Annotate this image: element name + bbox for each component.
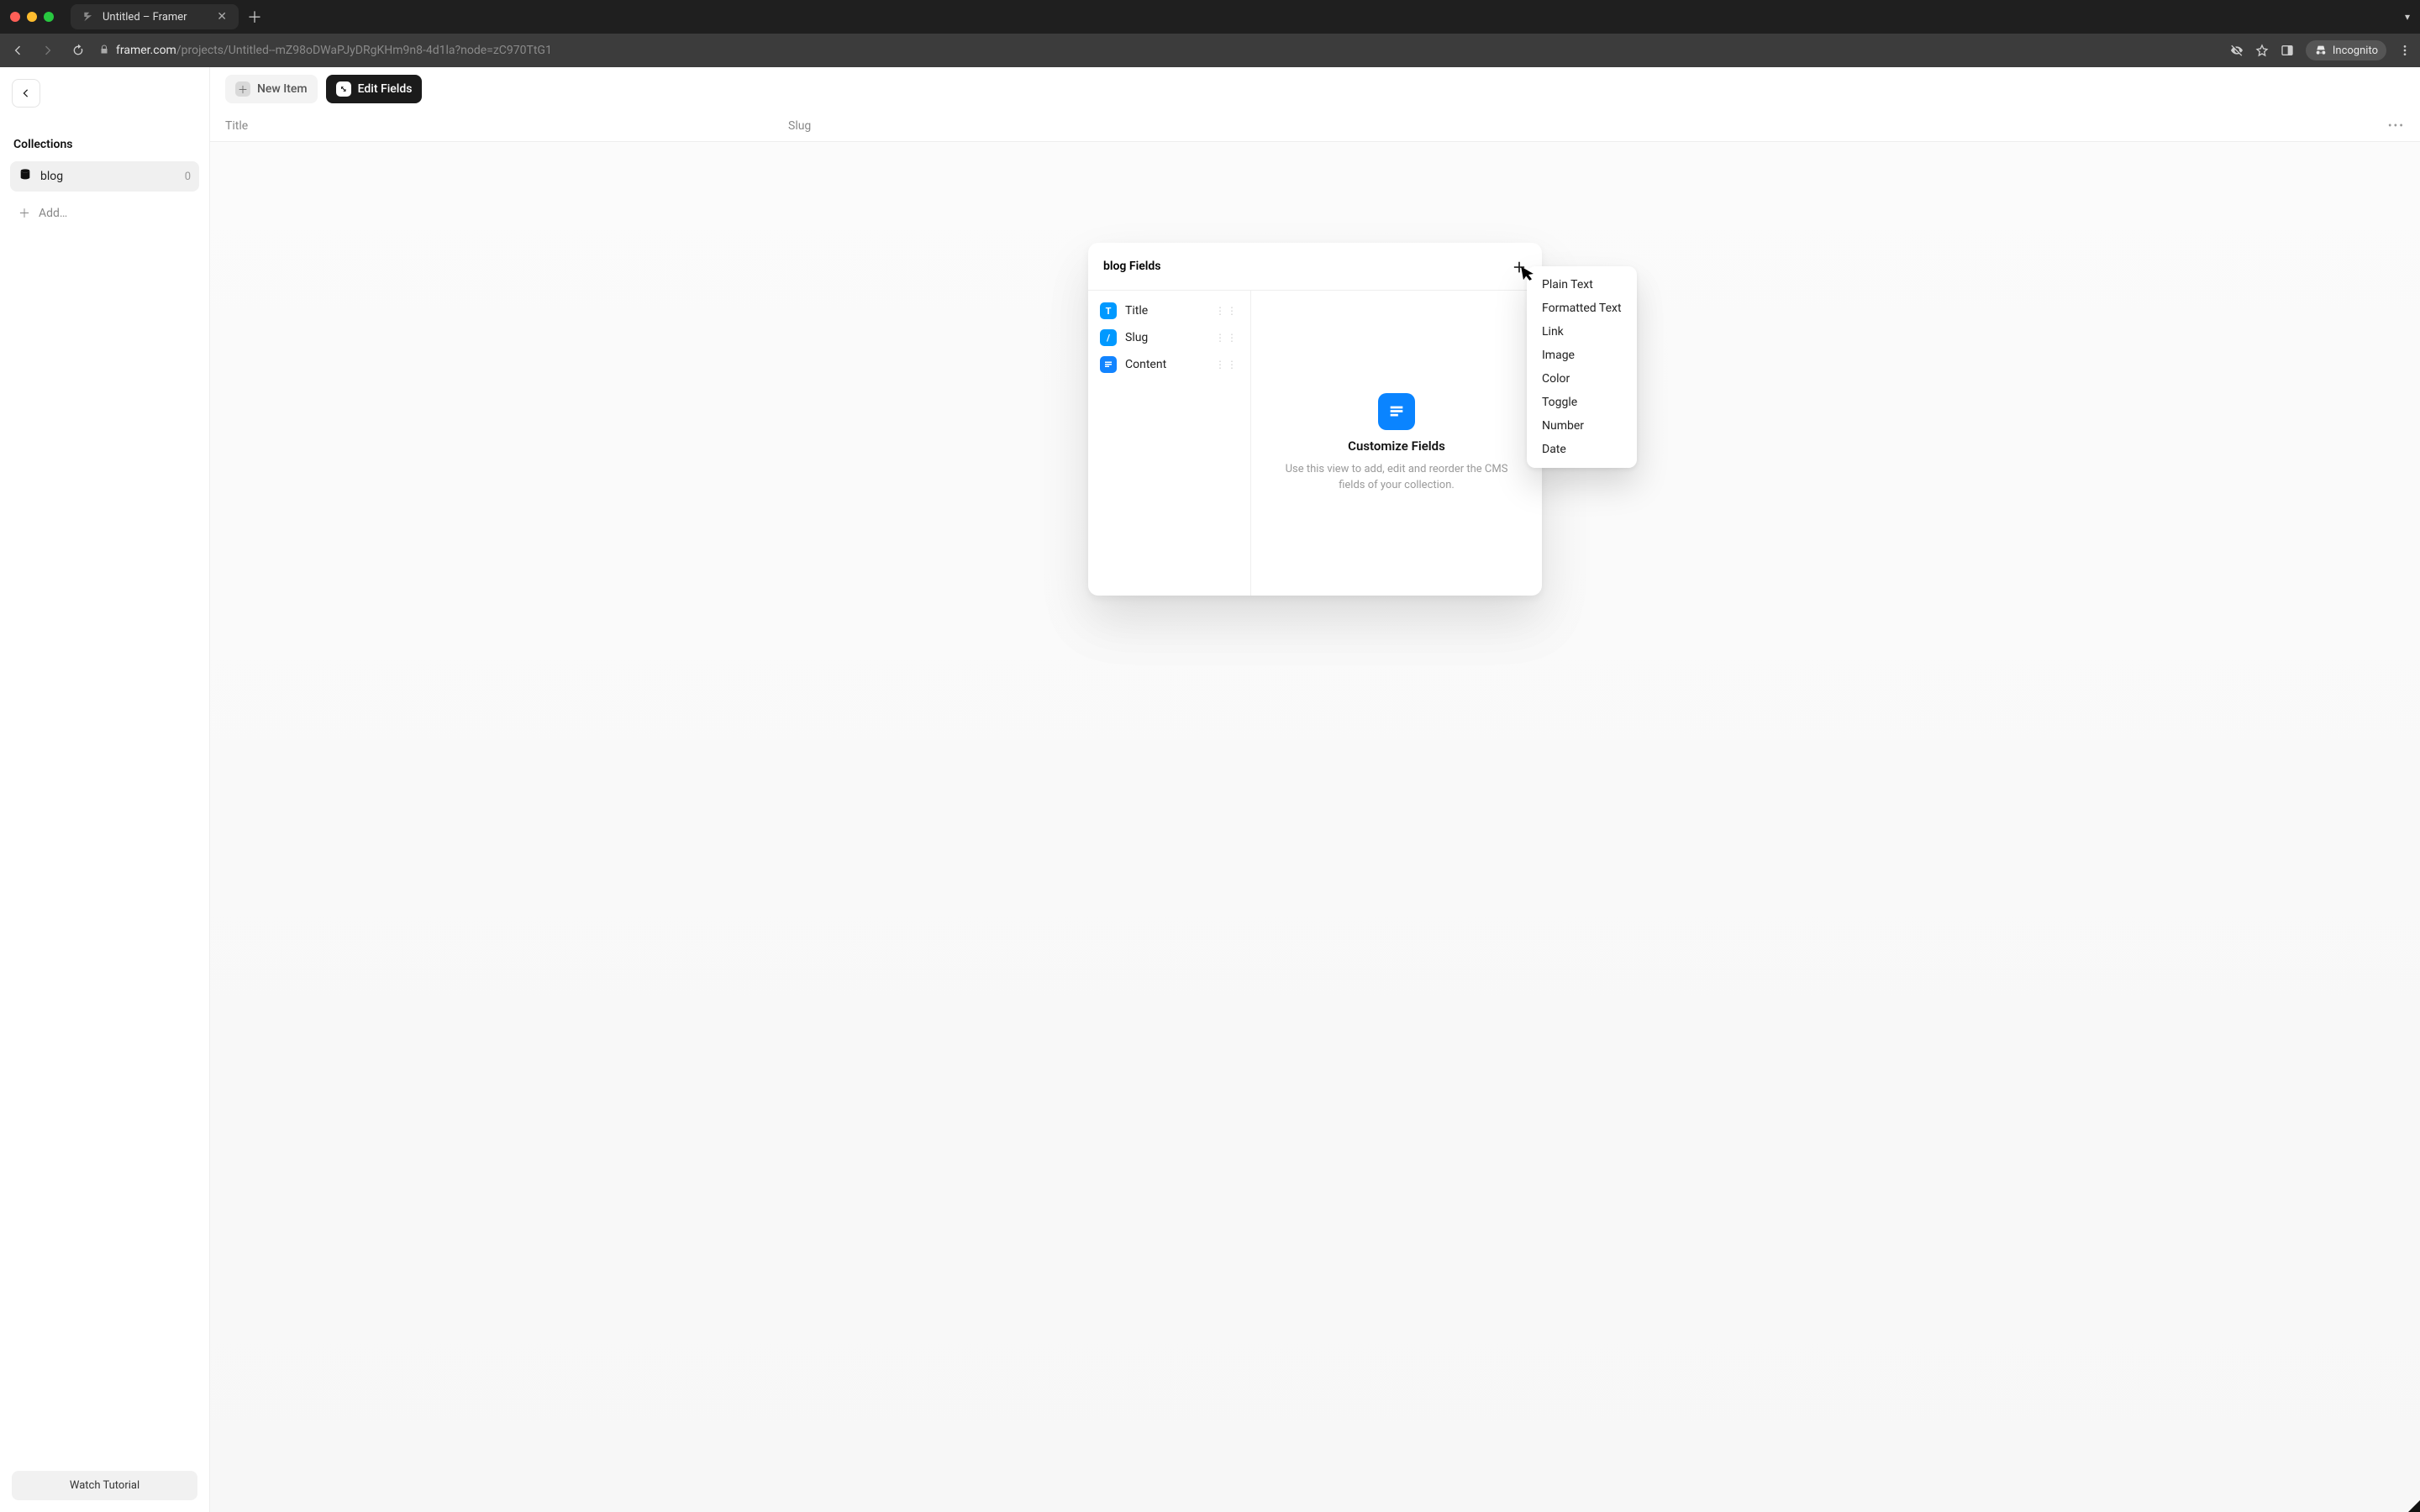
empty-body: Use this view to add, edit and reorder t… xyxy=(1285,462,1508,494)
collection-item-label: blog xyxy=(40,170,63,183)
field-list: T Title ⋮⋮ / Slug ⋮⋮ xyxy=(1088,291,1251,596)
fields-panel-title: blog Fields xyxy=(1103,260,1160,273)
star-icon[interactable] xyxy=(2255,44,2269,57)
content-icon xyxy=(1100,356,1117,373)
field-row-content[interactable]: Content ⋮⋮ xyxy=(1088,351,1250,378)
column-header-title[interactable]: Title xyxy=(225,119,788,133)
add-collection-label: Add… xyxy=(39,207,67,220)
field-type-option[interactable]: Color xyxy=(1527,367,1637,391)
field-type-option[interactable]: Formatted Text xyxy=(1527,297,1637,320)
plus-icon: ＋ xyxy=(18,205,30,222)
field-type-option[interactable]: Toggle xyxy=(1527,391,1637,414)
new-tab-button[interactable]: ＋ xyxy=(247,6,262,28)
field-type-dropdown: Plain Text Formatted Text Link Image Col… xyxy=(1527,266,1637,468)
fields-panel: blog Fields ＋ T Title ⋮⋮ / Slug ⋮⋮ xyxy=(1088,243,1542,596)
sidebar-back-button[interactable] xyxy=(12,79,40,108)
kebab-menu-button[interactable] xyxy=(2398,44,2412,57)
text-icon: T xyxy=(1100,302,1117,319)
field-type-option[interactable]: Date xyxy=(1527,438,1637,461)
table-header: Title Slug ••• xyxy=(210,111,2420,142)
panel-icon[interactable] xyxy=(2281,44,2294,57)
nav-back-button[interactable] xyxy=(8,41,27,60)
table-more-button[interactable]: ••• xyxy=(2388,119,2405,133)
database-icon xyxy=(18,168,32,185)
window-minimize-button[interactable] xyxy=(27,12,37,22)
tab-favicon xyxy=(82,11,94,23)
drag-handle-icon[interactable]: ⋮⋮ xyxy=(1215,332,1239,344)
field-type-option[interactable]: Number xyxy=(1527,414,1637,438)
nav-forward-button[interactable] xyxy=(39,41,57,60)
empty-heading: Customize Fields xyxy=(1348,438,1445,454)
window-titlebar: Untitled – Framer ✕ ＋ ▾ xyxy=(0,0,2420,34)
window-menu-chevron[interactable]: ▾ xyxy=(2405,11,2410,23)
field-type-option[interactable]: Plain Text xyxy=(1527,273,1637,297)
add-collection-button[interactable]: ＋ Add… xyxy=(10,198,199,228)
sidebar: Collections blog 0 ＋ Add… Watch Tutorial xyxy=(0,67,210,1512)
field-row-slug[interactable]: / Slug ⋮⋮ xyxy=(1088,324,1250,351)
field-type-option[interactable]: Image xyxy=(1527,344,1637,367)
traffic-lights xyxy=(10,12,54,22)
canvas: blog Fields ＋ T Title ⋮⋮ / Slug ⋮⋮ xyxy=(210,142,2420,1512)
field-type-option[interactable]: Link xyxy=(1527,320,1637,344)
plus-icon: ＋ xyxy=(235,81,250,97)
collection-item-count: 0 xyxy=(185,171,191,183)
url-path: /projects/Untitled--mZ98oDWaPJyDRgKHm9n8… xyxy=(176,44,552,57)
drag-handle-icon[interactable]: ⋮⋮ xyxy=(1215,359,1239,370)
lock-icon xyxy=(99,45,109,57)
browser-toolbar: framer.com/projects/Untitled--mZ98oDWaPJ… xyxy=(0,34,2420,67)
resize-corner-icon[interactable] xyxy=(2408,1500,2420,1512)
tab-title: Untitled – Framer xyxy=(103,11,187,24)
fields-illustration-icon xyxy=(1378,393,1415,430)
new-item-button[interactable]: ＋ New Item xyxy=(225,75,318,103)
collections-heading: Collections xyxy=(0,119,209,158)
watch-tutorial-button[interactable]: Watch Tutorial xyxy=(12,1471,197,1500)
slug-icon: / xyxy=(1100,329,1117,346)
expand-icon xyxy=(336,81,351,97)
collection-topbar: ＋ New Item Edit Fields xyxy=(210,67,2420,111)
collection-item-blog[interactable]: blog 0 xyxy=(10,161,199,192)
drag-handle-icon[interactable]: ⋮⋮ xyxy=(1215,305,1239,317)
browser-tab[interactable]: Untitled – Framer ✕ xyxy=(71,4,239,29)
url-host: framer.com xyxy=(116,44,176,57)
incognito-badge[interactable]: Incognito xyxy=(2306,40,2386,60)
address-bar[interactable]: framer.com/projects/Untitled--mZ98oDWaPJ… xyxy=(99,44,2218,57)
column-header-slug[interactable]: Slug xyxy=(788,119,2388,133)
field-row-title[interactable]: T Title ⋮⋮ xyxy=(1088,297,1250,324)
edit-fields-button[interactable]: Edit Fields xyxy=(326,75,423,103)
fields-empty-state: Customize Fields Use this view to add, e… xyxy=(1251,291,1542,596)
window-close-button[interactable] xyxy=(10,12,20,22)
tab-close-button[interactable]: ✕ xyxy=(217,10,227,24)
nav-reload-button[interactable] xyxy=(69,41,87,60)
incognito-label: Incognito xyxy=(2333,45,2378,57)
window-zoom-button[interactable] xyxy=(44,12,54,22)
eye-off-icon[interactable] xyxy=(2230,44,2244,57)
